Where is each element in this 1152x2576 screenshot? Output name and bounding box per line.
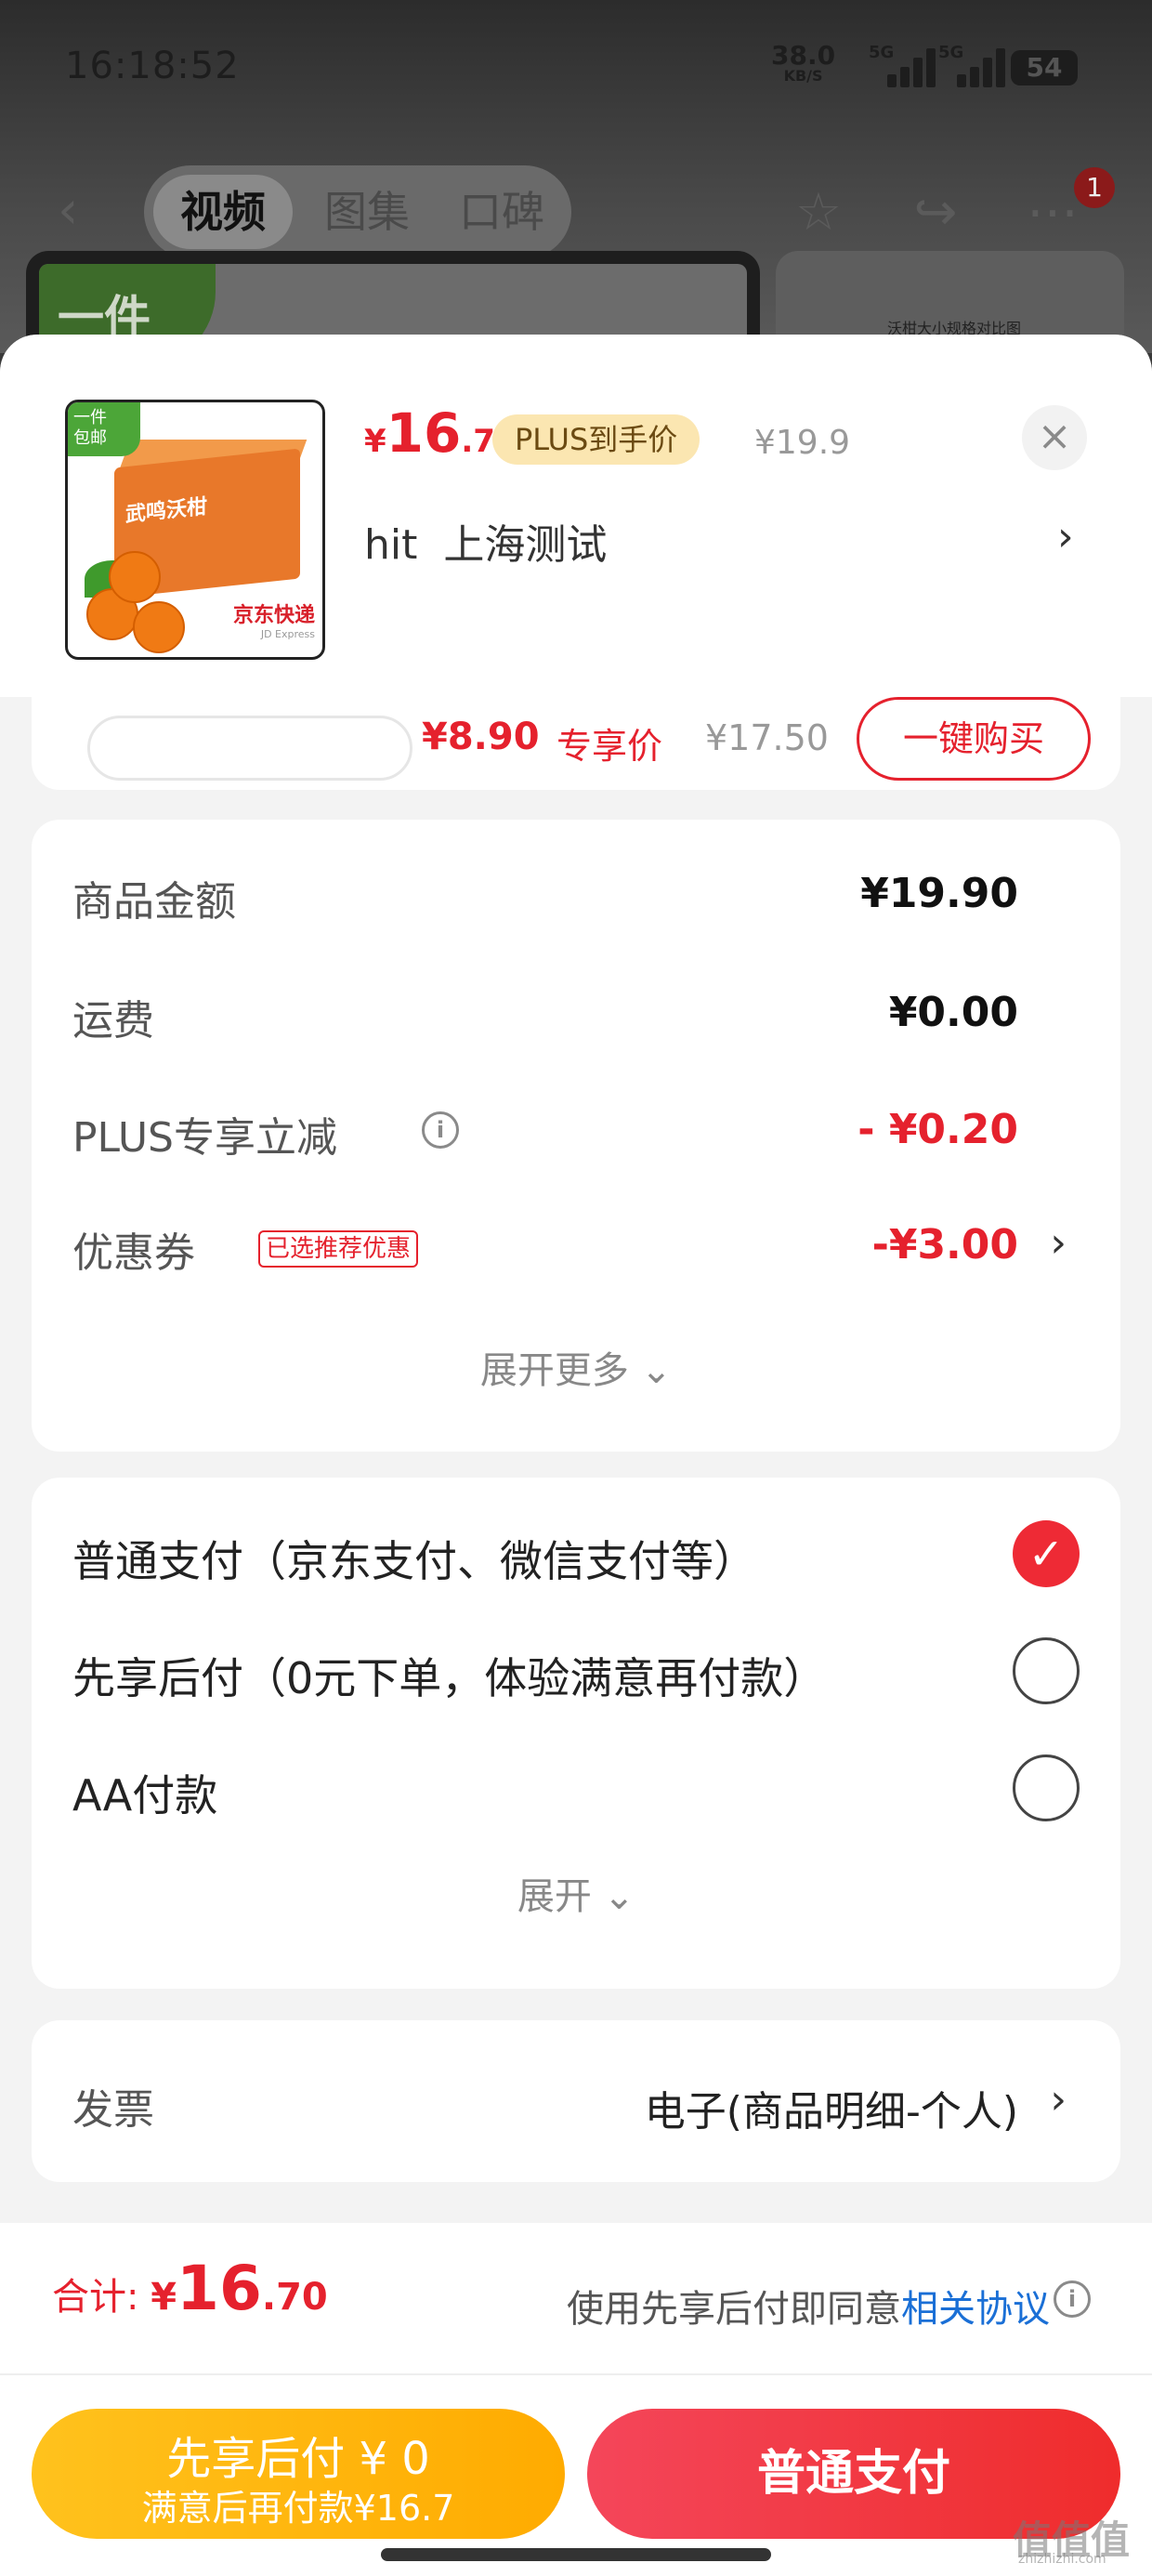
payment-method-card: 普通支付（京东支付、微信支付等） ✓ 先享后付（0元下单，体验满意再付款） AA… [32,1478,1120,1989]
tab-gallery[interactable]: 图集 [307,175,427,249]
expand-payment-button[interactable]: 展开 ⌄ [32,1866,1120,1920]
home-indicator[interactable] [381,2548,771,2561]
coupon-row[interactable]: 优惠券 已选推荐优惠 -¥3.00 › [72,1208,1080,1282]
payment-option-label: 普通支付（京东支付、微信支付等） [72,1536,756,1586]
share-icon[interactable]: ↪ [903,180,968,245]
order-total: 合计: ¥16.70 [52,2253,328,2324]
expand-more-button[interactable]: 展开更多 ⌄ [32,1340,1120,1394]
payment-option-normal[interactable]: 普通支付（京东支付、微信支付等） ✓ [72,1517,1080,1591]
plus-discount-label: PLUS专享立减 [72,1114,337,1162]
radio-unchecked-icon[interactable] [1013,1637,1080,1704]
shipping-fee-value: ¥0.00 [888,989,1018,1036]
payment-option-label: 先享后付（0元下单，体验满意再付款） [72,1653,827,1703]
status-time: 16:18:52 [65,45,240,87]
network-speed: 38.0 KB/S [771,40,836,85]
goods-amount-label: 商品金额 [72,878,236,926]
coupon-value: -¥3.00 [871,1221,1018,1268]
shipping-fee-label: 运费 [72,997,154,1045]
battery-icon: 54 [1011,50,1078,85]
close-icon[interactable]: × [1022,405,1087,470]
plus-price-tag: PLUS到手价 [492,414,700,465]
product-nav-bar: ‹ 视频 图集 口碑 ☆ ↪ ⋯ 1 [0,158,1152,260]
chevron-right-icon: › [1050,2076,1067,2123]
checkout-sheet: ¥8.90 专享价 ¥17.50 一键购买 武鸣沃柑 一件 包邮 京东快递 JD… [0,335,1152,2576]
one-click-buy-button[interactable]: 一键购买 [857,697,1091,781]
chevron-right-icon[interactable]: › [1057,513,1074,560]
price-breakdown-card: 商品金额 ¥19.90 运费 ¥0.00 PLUS专享立减 i - ¥0.20 … [32,820,1120,1452]
pay-later-button[interactable]: 先享后付 ¥ 0 满意后再付款¥16.7 [32,2409,565,2539]
radio-unchecked-icon[interactable] [1013,1755,1080,1821]
hidden-offer-orig: ¥17.50 [705,717,829,758]
free-shipping-tag: 一件 包邮 [68,402,140,456]
star-icon[interactable]: ☆ [786,180,851,245]
goods-amount-value: ¥19.90 [860,870,1018,917]
status-bar: 16:18:52 38.0 KB/S 5G 5G 54 [0,0,1152,130]
info-icon[interactable]: i [1054,2280,1091,2318]
notification-badge: 1 [1074,167,1115,208]
payment-option-label: AA付款 [72,1770,218,1820]
invoice-card[interactable]: 发票 电子(商品明细-个人) › [32,2020,1120,2182]
hidden-offer-price: ¥8.90 [422,716,540,758]
payment-option-pay-later[interactable]: 先享后付（0元下单，体验满意再付款） [72,1634,1080,1708]
payment-option-aa[interactable]: AA付款 [72,1751,1080,1825]
signal-icon-2: 5G [938,43,1005,87]
plus-discount-row: PLUS专享立减 i - ¥0.20 [72,1093,1080,1167]
hidden-offer-label: 专享价 [556,726,663,767]
invoice-row[interactable]: 发票 电子(商品明细-个人) › [72,2065,1080,2139]
original-price: ¥19.9 [754,424,851,462]
recommended-coupon-tag: 已选推荐优惠 [258,1230,419,1268]
jd-express-logo: 京东快递 JD Express [232,604,315,640]
chevron-right-icon: › [1050,1219,1067,1267]
shipping-address[interactable]: hit 上海测试 [364,511,607,571]
product-thumbnail: 武鸣沃柑 一件 包邮 京东快递 JD Express [65,400,325,660]
tab-reviews[interactable]: 口碑 [441,175,562,249]
back-icon[interactable]: ‹ [58,178,113,243]
checkout-bottom-bar: 合计: ¥16.70 使用先享后付即同意相关协议 i 先享后付 ¥ 0 满意后再… [0,2223,1152,2576]
media-tabs: 视频 图集 口碑 [144,165,571,258]
watermark-logo: 值值值 zhizhizhi.com [1013,2517,1131,2567]
shipping-fee-row: 运费 ¥0.00 [72,976,1080,1050]
current-price: ¥16.7 [364,401,495,465]
signal-icon: 5G [869,43,936,87]
invoice-label: 发票 [72,2086,154,2134]
plus-discount-value: - ¥0.20 [857,1106,1018,1153]
divider [0,2373,1152,2375]
radio-checked-icon[interactable]: ✓ [1013,1520,1080,1587]
invoice-value: 电子(商品明细-个人) [644,2088,1018,2136]
agreement-text: 使用先享后付即同意相关协议 [567,2288,1050,2331]
agreement-link[interactable]: 相关协议 [901,2288,1050,2331]
info-icon[interactable]: i [422,1111,459,1149]
tab-video[interactable]: 视频 [153,175,293,249]
goods-amount-row: 商品金额 ¥19.90 [72,857,1080,931]
product-header: 武鸣沃柑 一件 包邮 京东快递 JD Express ¥16.7 PLUS到手价… [0,335,1152,697]
coupon-label: 优惠券 [72,1229,195,1277]
